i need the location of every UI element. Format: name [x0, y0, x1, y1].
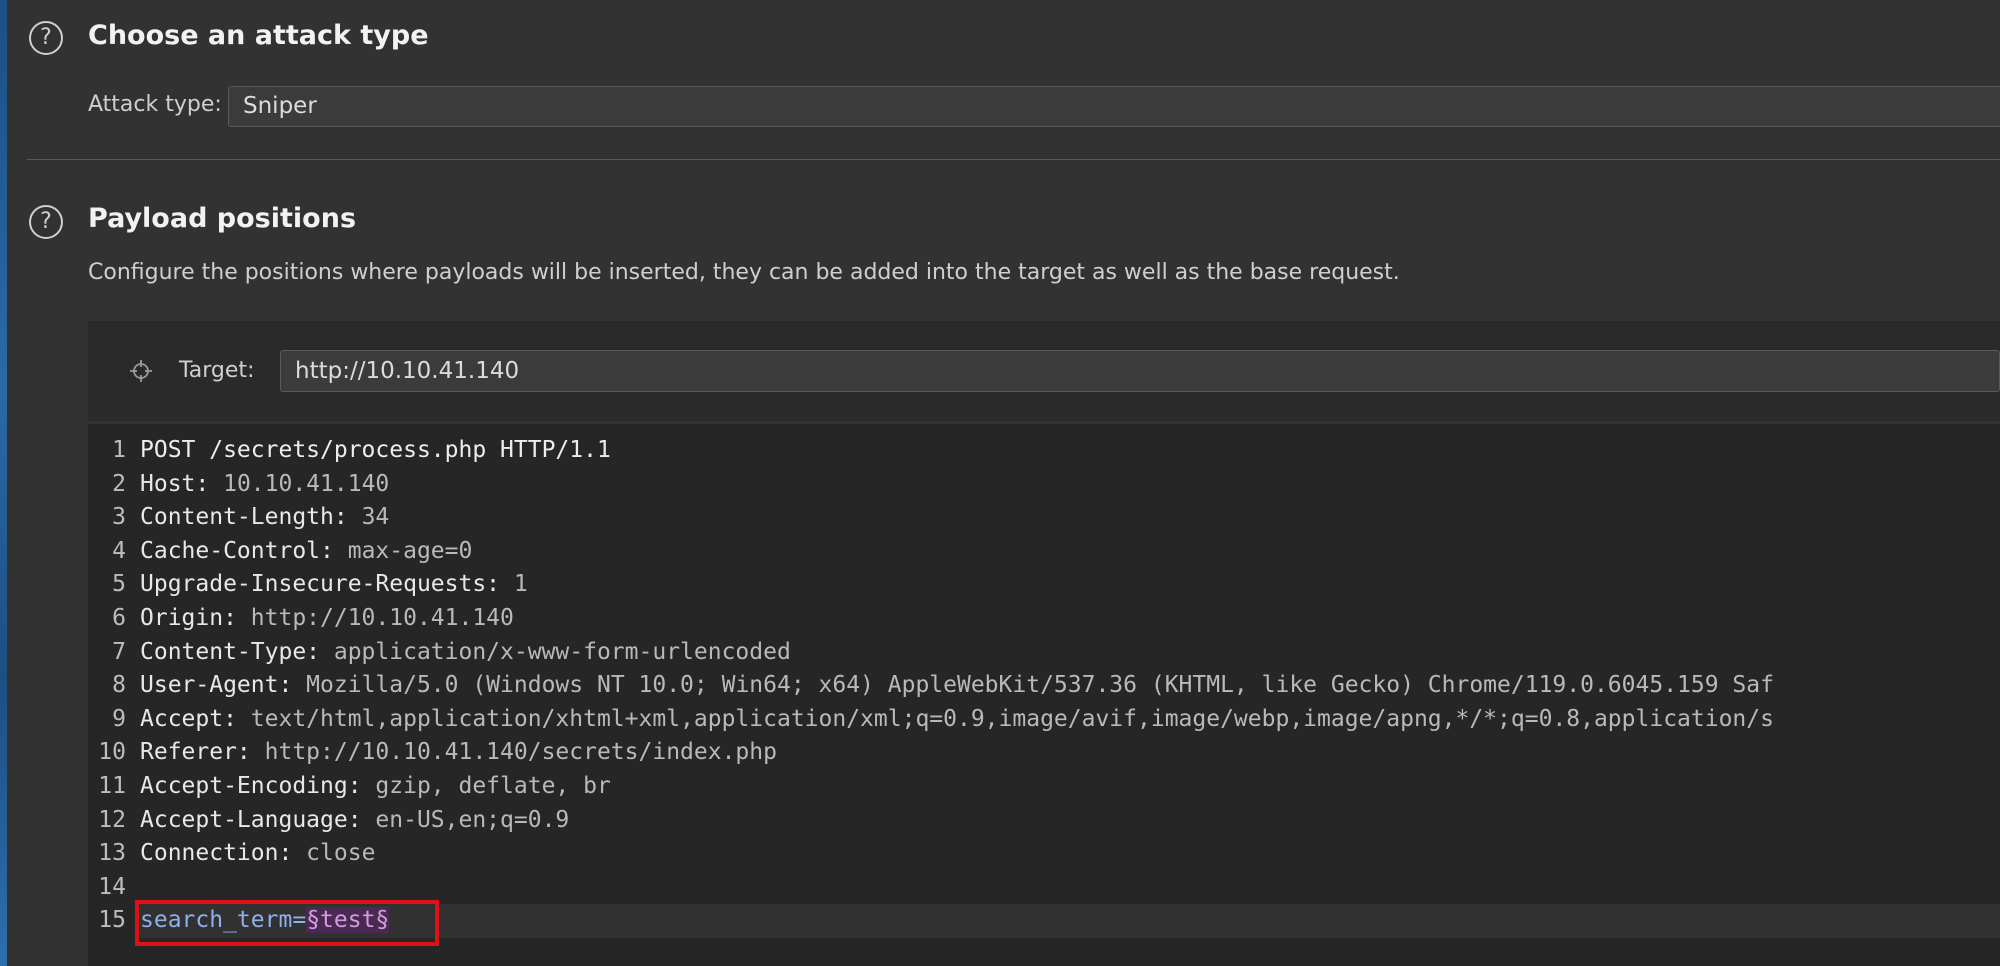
attack-type-selected-value: Sniper: [243, 93, 317, 119]
line-number: 12: [98, 806, 126, 833]
line-number: 5: [112, 571, 126, 598]
line-number: 15: [98, 907, 126, 934]
payload-positions-description: Configure the positions where payloads w…: [88, 260, 1400, 285]
header-value: text/html,application/xhtml+xml,applicat…: [236, 705, 1774, 732]
request-line: POST /secrets/process.php HTTP/1.1: [140, 437, 611, 463]
line-number: 6: [112, 604, 126, 631]
line-number: 2: [112, 470, 126, 497]
header-value: http://10.10.41.140: [236, 604, 514, 631]
line-number: 3: [112, 504, 126, 531]
crosshair-icon[interactable]: [130, 360, 152, 382]
line-number: 4: [112, 537, 126, 564]
header-value: close: [292, 840, 376, 867]
line-number: 10: [98, 739, 126, 766]
target-input[interactable]: http://10.10.41.140: [280, 350, 2000, 392]
line-number: 7: [112, 638, 126, 665]
header-value: Mozilla/5.0 (Windows NT 10.0; Win64; x64…: [292, 672, 1774, 699]
header-line: Accept-Encoding: gzip, deflate, br: [140, 770, 2000, 804]
header-value: application/x-www-form-urlencoded: [320, 638, 791, 665]
header-line: Accept-Language: en-US,en;q=0.9: [140, 804, 2000, 838]
header-name: Accept-Language:: [140, 806, 362, 833]
annotation-highlight-box: [135, 900, 439, 946]
header-line: User-Agent: Mozilla/5.0 (Windows NT 10.0…: [140, 669, 2000, 703]
help-icon[interactable]: ?: [29, 205, 63, 239]
header-name: User-Agent:: [140, 672, 293, 699]
header-line: Content-Length: 34: [140, 501, 2000, 535]
attack-type-label: Attack type:: [88, 92, 222, 117]
section-divider: [27, 159, 2000, 160]
header-value: 1: [500, 571, 528, 598]
line-number: 1: [112, 437, 126, 463]
attack-type-select[interactable]: Sniper: [228, 86, 2000, 127]
header-line: Connection: close: [140, 837, 2000, 871]
header-line: Host: 10.10.41.140: [140, 468, 2000, 502]
line-number: 8: [112, 672, 126, 699]
header-line: Content-Type: application/x-www-form-url…: [140, 636, 2000, 670]
header-name: Cache-Control:: [140, 537, 334, 564]
line-number: 14: [98, 873, 126, 900]
header-line: Accept: text/html,application/xhtml+xml,…: [140, 703, 2000, 737]
header-line: Upgrade-Insecure-Requests: 1: [140, 568, 2000, 602]
header-value: http://10.10.41.140/secrets/index.php: [250, 739, 777, 766]
attack-type-section-title: Choose an attack type: [88, 20, 429, 51]
header-value: max-age=0: [333, 537, 473, 564]
header-value: en-US,en;q=0.9: [361, 806, 570, 833]
help-icon[interactable]: ?: [29, 21, 63, 55]
header-name: Referer:: [140, 739, 251, 766]
payload-positions-section-title: Payload positions: [88, 203, 357, 234]
line-number-gutter: 1 2 3 4 5 6 7 8 9 10 11 12 13 14 15: [88, 434, 126, 938]
header-name: Origin:: [140, 604, 237, 631]
header-name: Upgrade-Insecure-Requests:: [140, 571, 501, 598]
line-number: 11: [98, 772, 126, 799]
request-code[interactable]: POST /secrets/process.php HTTP/1.1 Host:…: [140, 434, 2000, 938]
header-value: gzip, deflate, br: [361, 772, 611, 799]
header-name: Accept:: [140, 705, 237, 732]
header-value: 34: [347, 504, 390, 531]
header-name: Connection:: [140, 840, 293, 867]
window-edge-strip: [0, 0, 7, 966]
header-name: Accept-Encoding:: [140, 772, 362, 799]
line-number: 9: [112, 705, 126, 732]
header-name: Content-Type:: [140, 638, 321, 665]
header-line: Origin: http://10.10.41.140: [140, 602, 2000, 636]
header-line: Cache-Control: max-age=0: [140, 535, 2000, 569]
header-value: 10.10.41.140: [209, 470, 390, 497]
header-name: Content-Length:: [140, 504, 348, 531]
header-name: Host:: [140, 470, 210, 497]
header-line: Referer: http://10.10.41.140/secrets/ind…: [140, 736, 2000, 770]
target-label: Target:: [179, 358, 255, 383]
line-number: 13: [98, 840, 126, 867]
